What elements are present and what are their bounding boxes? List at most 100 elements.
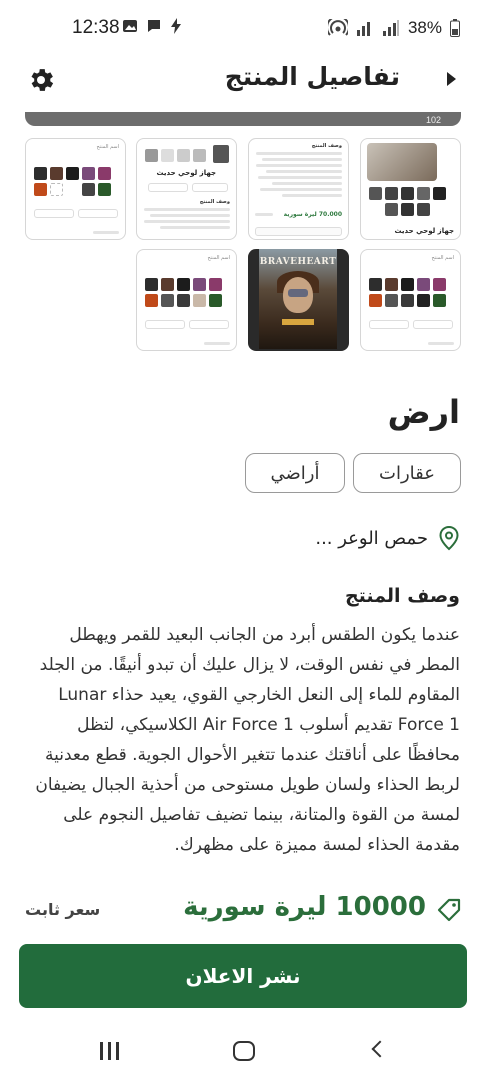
mini-select (78, 209, 118, 218)
gallery-thumbnail[interactable]: جهاز لوحي حديث وصف المنتج (136, 138, 237, 240)
strip-text: 102 (425, 115, 441, 125)
text-line (262, 158, 342, 161)
price-row: سعر ثابت 10000 ليرة سورية (25, 892, 462, 928)
mini-swatch (66, 167, 79, 180)
gallery-thumbnail[interactable]: اسم المنتج (25, 138, 126, 240)
product-title: ارض (387, 393, 460, 431)
status-time: 12:38 (72, 17, 120, 38)
mini-select (189, 320, 229, 329)
mini-swatch (385, 294, 398, 307)
mini-swatch (209, 278, 222, 291)
gallery-thumbnail[interactable]: وصف المنتج 70.000 ليرة سورية (248, 138, 349, 240)
price-tag-icon (437, 898, 461, 922)
thumb-desc-label: وصف المنتج (311, 143, 342, 149)
text-line (204, 342, 230, 345)
mini-swatch (213, 145, 229, 163)
text-line (256, 152, 342, 155)
gallery-thumbnail[interactable]: جهاز لوحي حديث (360, 138, 461, 240)
thumb-title: جهاز لوحي حديث (394, 227, 454, 235)
mini-swatch (161, 149, 174, 162)
mini-swatch (193, 294, 206, 307)
mini-swatch (369, 278, 382, 291)
signal-icon (356, 22, 370, 36)
message-icon (148, 20, 160, 32)
mini-swatch (82, 167, 95, 180)
text-line (282, 194, 342, 197)
thumb-title: اسم المنتج (431, 255, 454, 261)
mini-swatch (401, 278, 414, 291)
status-bar: 12:38 38% (0, 0, 486, 58)
mini-select (145, 320, 185, 329)
recent-apps-icon[interactable] (100, 1042, 119, 1060)
mini-swatch (417, 187, 430, 200)
home-icon[interactable] (233, 1041, 255, 1061)
text-line (255, 213, 273, 216)
gear-icon[interactable] (26, 65, 56, 95)
location-pin-icon (439, 525, 459, 551)
mini-swatch (369, 294, 382, 307)
mini-swatch (433, 187, 446, 200)
description-text: عندما يكون الطقس أبرد من الجانب البعيد ل… (35, 625, 460, 855)
mini-swatch (82, 183, 95, 196)
thumb-title: اسم المنتج (207, 255, 230, 261)
mini-chip (148, 183, 188, 192)
movie-poster: BRAVEHEART (259, 249, 337, 349)
mini-swatch (433, 278, 446, 291)
mini-swatch (145, 149, 158, 162)
gallery-thumbnail[interactable]: BRAVEHEART (248, 249, 349, 351)
mini-swatch (385, 187, 398, 200)
mini-swatch (417, 278, 430, 291)
back-arrow-icon[interactable] (447, 72, 456, 86)
mini-swatch (161, 278, 174, 291)
page-title: تفاصيل المنتج (224, 62, 400, 91)
text-line (150, 214, 230, 217)
mini-swatch (401, 203, 414, 216)
mini-swatch (385, 203, 398, 216)
system-status: 38% (327, 18, 460, 38)
publish-button[interactable]: نشر الاعلان (19, 944, 467, 1008)
description-heading: وصف المنتج (344, 585, 460, 607)
battery-icon (450, 19, 460, 37)
text-line (93, 231, 119, 234)
text-line (160, 226, 230, 229)
category-chip[interactable]: عقارات (353, 453, 461, 493)
mini-button (255, 227, 342, 236)
location-row: حمص الوعر ... (315, 525, 460, 551)
text-line (260, 188, 342, 191)
text-line (428, 342, 454, 345)
gallery-thumbnail[interactable]: اسم المنتج (360, 249, 461, 351)
mini-swatch (417, 294, 430, 307)
mini-swatch (98, 183, 111, 196)
notification-icons (122, 18, 182, 34)
price-type-label: سعر ثابت (25, 900, 101, 919)
mini-swatch (145, 278, 158, 291)
gallery-thumbnail[interactable]: اسم المنتج (136, 249, 237, 351)
product-image (367, 143, 437, 181)
mini-swatch (177, 278, 190, 291)
subcategory-chip[interactable]: أراضي (245, 453, 345, 493)
mini-swatch (50, 167, 63, 180)
mini-swatch (401, 187, 414, 200)
mini-select (34, 209, 74, 218)
mini-swatch (369, 187, 382, 200)
location-text: حمص الوعر ... (315, 527, 428, 549)
mini-swatch (401, 294, 414, 307)
gallery-icon (123, 20, 137, 32)
mini-swatch (417, 203, 430, 216)
text-line (256, 164, 342, 167)
system-navigation-bar (0, 1022, 486, 1080)
mini-swatch (209, 294, 222, 307)
app-header: تفاصيل المنتج (0, 58, 486, 108)
mini-swatch (34, 183, 47, 196)
mini-swatch (161, 294, 174, 307)
back-icon[interactable] (371, 1040, 389, 1058)
thumb-title: اسم المنتج (96, 144, 119, 150)
mini-chip (192, 183, 228, 192)
mini-swatch (145, 294, 158, 307)
image-preview-strip: 102 (25, 112, 461, 126)
poster-badge (282, 319, 314, 325)
hotspot-icon (327, 19, 348, 36)
mini-swatch (177, 294, 190, 307)
signal-strength-icon (382, 20, 399, 36)
text-line (258, 176, 342, 179)
